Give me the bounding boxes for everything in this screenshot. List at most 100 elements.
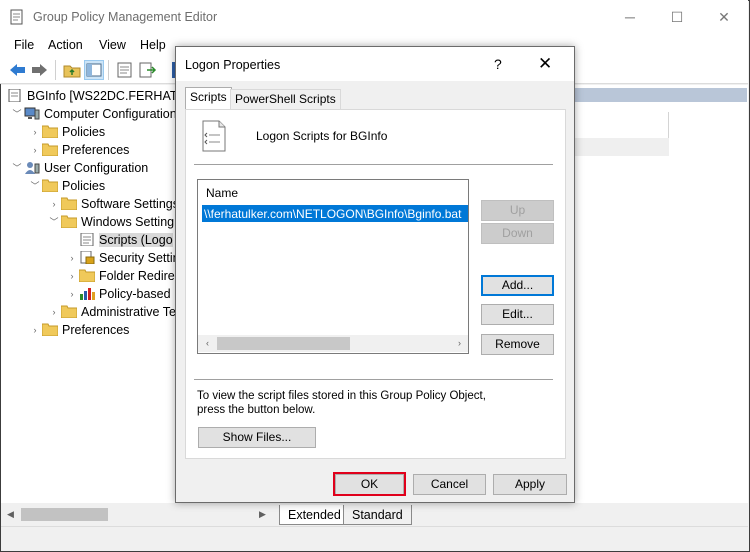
chevron-right-icon[interactable]: › [65, 249, 79, 267]
tree-label: BGInfo [WS22DC.FERHATUL [27, 89, 194, 103]
tree-label: Software Settings [81, 197, 179, 211]
tree-uc-policies[interactable]: ﹀ Policies [28, 177, 105, 195]
back-arrow-icon[interactable] [8, 60, 28, 80]
tree-user-configuration[interactable]: ﹀ User Configuration [10, 159, 148, 177]
info-text: To view the script files stored in this … [197, 390, 486, 416]
ok-button-highlight [333, 472, 406, 496]
folder-open-icon [42, 179, 58, 192]
chevron-right-icon[interactable]: › [65, 267, 79, 285]
tree-label: Scripts (Logo [99, 233, 173, 247]
tree-policy-based-qos[interactable]: › Policy-based [65, 285, 171, 303]
help-button[interactable]: ? [494, 56, 502, 72]
status-bar [1, 526, 748, 550]
tab-scripts[interactable]: Scripts [185, 87, 232, 109]
dialog-title: Logon Properties [185, 58, 281, 72]
export-list-icon[interactable] [137, 60, 157, 80]
tree-computer-configuration[interactable]: ﹀ Computer Configuration [10, 105, 177, 123]
toolbar-separator [108, 60, 109, 80]
folder-icon [79, 269, 95, 282]
edit-button[interactable]: Edit... [481, 304, 554, 325]
menu-action[interactable]: Action [48, 38, 83, 52]
details-list [572, 112, 669, 156]
chevron-right-icon[interactable]: › [28, 141, 42, 159]
list-scroll-thumb[interactable] [217, 337, 350, 350]
tree-administrative-templates[interactable]: › Administrative Te [47, 303, 176, 321]
up-folder-icon[interactable] [62, 60, 82, 80]
logon-properties-dialog: Logon Properties ? ✕ Scripts PowerShell … [175, 46, 575, 503]
tree-label: Folder Redire [99, 269, 175, 283]
chevron-right-icon[interactable]: › [47, 303, 61, 321]
script-icon [80, 233, 94, 246]
app-icon [9, 9, 25, 25]
bar-graph-icon [80, 288, 95, 300]
scroll-right-icon[interactable]: › [451, 336, 468, 351]
divider [194, 379, 553, 380]
list-item-text: \\ferhatulker.com\NETLOGON\BGInfo\Bginfo… [204, 207, 462, 221]
chevron-right-icon[interactable]: › [28, 123, 42, 141]
apply-button[interactable]: Apply [493, 474, 567, 495]
scroll-left-icon[interactable]: ‹ [199, 336, 216, 351]
tree-security-settings[interactable]: › Security Settin [65, 249, 180, 267]
computer-icon [24, 107, 40, 120]
policy-document-icon [8, 89, 21, 102]
scroll-thumb[interactable] [21, 508, 108, 521]
folder-icon [42, 323, 58, 336]
chevron-right-icon[interactable]: › [47, 195, 61, 213]
tree-label: Computer Configuration [44, 107, 177, 121]
chevron-right-icon[interactable]: › [28, 321, 42, 339]
show-tree-icon[interactable] [84, 60, 104, 80]
tree-label: User Configuration [44, 161, 149, 175]
menu-help[interactable]: Help [140, 38, 166, 52]
chevron-down-icon[interactable]: ﹀ [10, 159, 24, 177]
scroll-left-icon[interactable]: ◀ [2, 506, 19, 523]
tree-windows-settings[interactable]: ﹀ Windows Setting [47, 213, 174, 231]
add-button[interactable]: Add... [481, 275, 554, 296]
tree-label: Windows Setting [81, 215, 175, 229]
properties-icon[interactable] [115, 60, 135, 80]
tree-root[interactable]: BGInfo [WS22DC.FERHATUL [7, 87, 193, 105]
tree-folder-redirection[interactable]: › Folder Redire [65, 267, 175, 285]
menu-view[interactable]: View [99, 38, 126, 52]
tree-label: Policies [62, 125, 106, 139]
tab-powershell-scripts[interactable]: PowerShell Scripts [230, 89, 341, 109]
cancel-button[interactable]: Cancel [413, 474, 486, 495]
folder-icon [42, 125, 58, 138]
tab-standard[interactable]: Standard [343, 505, 412, 525]
remove-button[interactable]: Remove [481, 334, 554, 355]
folder-icon [61, 197, 77, 210]
up-button[interactable]: Up [481, 200, 554, 221]
menu-file[interactable]: File [14, 38, 34, 52]
column-header-name[interactable]: Name [206, 186, 238, 200]
tree-cc-preferences[interactable]: › Preferences [28, 141, 130, 159]
scroll-right-icon[interactable]: ▶ [254, 506, 271, 523]
chevron-right-icon[interactable]: › [65, 285, 79, 303]
details-row[interactable] [572, 138, 669, 156]
forward-arrow-icon[interactable] [29, 60, 49, 80]
down-button[interactable]: Down [481, 223, 554, 244]
tree-uc-preferences[interactable]: › Preferences [28, 321, 130, 339]
chevron-down-icon[interactable]: ﹀ [10, 105, 24, 123]
script-file-icon [201, 119, 227, 153]
header-text: Logon Scripts for BGInfo [256, 129, 388, 143]
maximize-button[interactable]: ☐ [654, 0, 700, 34]
folder-icon [61, 305, 77, 318]
folder-icon [42, 143, 58, 156]
tree-label: Policy-based [99, 287, 171, 301]
tree-cc-policies[interactable]: › Policies [28, 123, 106, 141]
chevron-down-icon[interactable]: ﹀ [28, 177, 42, 195]
tree-label: Security Settin [99, 251, 180, 265]
tree-label: Policies [62, 179, 106, 193]
details-header-band [572, 88, 747, 102]
folder-open-icon [61, 215, 77, 228]
tree-scripts-logon[interactable]: Scripts (Logo [65, 231, 173, 249]
tree-label: Administrative Te [81, 305, 176, 319]
minimize-button[interactable]: ─ [607, 0, 653, 34]
tab-extended[interactable]: Extended [279, 505, 350, 525]
dialog-close-button[interactable]: ✕ [538, 54, 552, 74]
chevron-down-icon[interactable]: ﹀ [47, 213, 61, 231]
toolbar-separator [55, 60, 56, 80]
tree-software-settings[interactable]: › Software Settings [47, 195, 179, 213]
close-button[interactable]: ✕ [701, 0, 747, 34]
divider [194, 164, 553, 165]
show-files-button[interactable]: Show Files... [198, 427, 316, 448]
